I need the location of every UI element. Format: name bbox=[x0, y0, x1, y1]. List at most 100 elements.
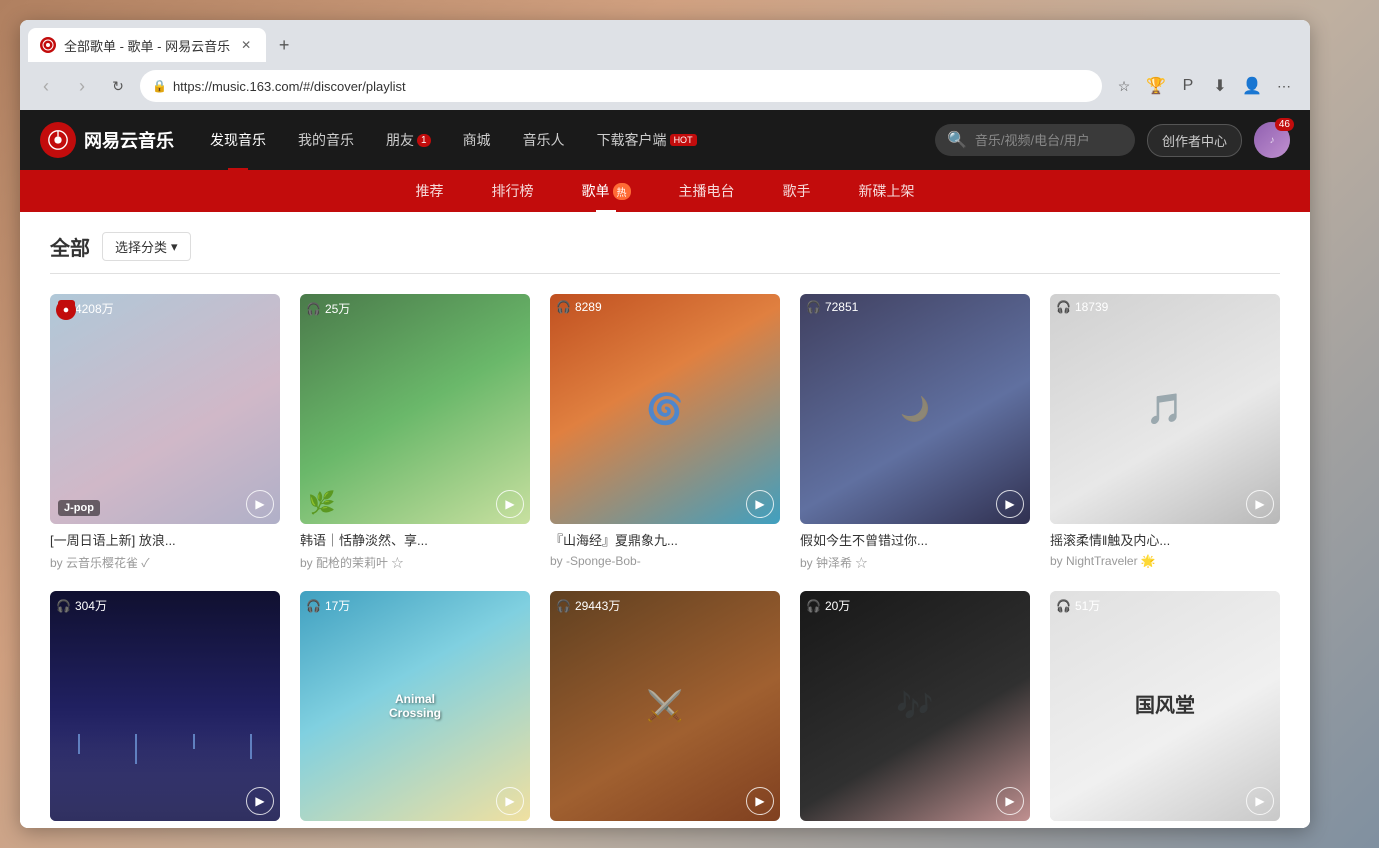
play-button[interactable]: ▶ bbox=[746, 787, 774, 815]
refresh-button[interactable]: ↻ bbox=[104, 72, 132, 100]
playlist-thumbnail: 🎶 🎧 20万 ▶ bbox=[800, 591, 1030, 821]
browser-tab[interactable]: 全部歌单 - 歌单 - 网易云音乐 ✕ bbox=[28, 28, 266, 62]
playlist-item[interactable]: 国风堂 🎧 51万 ▶ 「国风堂」合辑 by 国风堂音乐企划 bbox=[1050, 591, 1280, 828]
nav-item-download[interactable]: 下载客户端 HOT bbox=[581, 110, 713, 170]
sub-nav-recommend[interactable]: 推荐 bbox=[392, 170, 468, 212]
logo-text: 网易云音乐 bbox=[84, 127, 174, 153]
playlist-name: 摇滚柔情‖触及内心... bbox=[1050, 532, 1280, 550]
sub-nav-chart[interactable]: 排行榜 bbox=[468, 170, 558, 212]
tab-bar: 全部歌单 - 歌单 - 网易云音乐 ✕ + bbox=[20, 20, 1310, 62]
address-input[interactable]: 🔒 https://music.163.com/#/discover/playl… bbox=[140, 70, 1102, 102]
hot-icon bbox=[56, 300, 76, 320]
playlist-author: by NightTraveler 🌟 bbox=[1050, 554, 1280, 568]
app-container: 网易云音乐 发现音乐 我的音乐 朋友 1 商城 音乐人 bbox=[20, 110, 1310, 828]
playlist-name: [一周日语上新] 放浪... bbox=[50, 532, 280, 550]
sub-nav-radio[interactable]: 主播电台 bbox=[655, 170, 759, 212]
playlist-item[interactable]: 🌙 🎧 72851 ▶ 假如今生不曾错过你... by 钟泽希 ☆ bbox=[800, 294, 1030, 571]
play-button[interactable]: ▶ bbox=[1246, 490, 1274, 518]
user-account-button[interactable]: 👤 bbox=[1238, 72, 1266, 100]
playlist-author: by 云音乐樱花雀 ✓ bbox=[50, 554, 280, 571]
playlist-item[interactable]: 🌿 🎧 25万 ▶ 韩语｜恬静淡然、享... by 配枪的茉莉叶 ☆ bbox=[300, 294, 530, 571]
logo-icon bbox=[40, 122, 76, 158]
category-select-button[interactable]: 选择分类 ▾ bbox=[102, 232, 191, 261]
playlist-thumbnail: 🎵 🎧 18739 ▶ bbox=[1050, 294, 1280, 524]
play-button[interactable]: ▶ bbox=[996, 490, 1024, 518]
browser-window: 全部歌单 - 歌单 - 网易云音乐 ✕ + ‹ › ↻ 🔒 https://mu… bbox=[20, 20, 1310, 828]
download-button[interactable]: ⬇ bbox=[1206, 72, 1234, 100]
play-button[interactable]: ▶ bbox=[496, 787, 524, 815]
nav-item-shop[interactable]: 商城 bbox=[447, 110, 507, 170]
playlist-info: 摇滚柔情‖触及内心... by NightTraveler 🌟 bbox=[1050, 532, 1280, 568]
main-content: 全部 选择分类 ▾ ♪ J-pop 🎧 4208万 ▶ bbox=[20, 212, 1310, 828]
play-count: 🎧 17万 bbox=[300, 595, 356, 616]
download-hot-badge: HOT bbox=[670, 134, 697, 146]
app-header: 网易云音乐 发现音乐 我的音乐 朋友 1 商城 音乐人 bbox=[20, 110, 1310, 170]
playlist-info: 假如今生不曾错过你... by 钟泽希 ☆ bbox=[800, 532, 1030, 571]
nav-item-musician[interactable]: 音乐人 bbox=[507, 110, 581, 170]
playlist-item[interactable]: 🌀 🎧 8289 ▶ 『山海经』夏鼎象九... by -Sponge-Bob- bbox=[550, 294, 780, 571]
playlist-item[interactable]: 🎶 🎧 20万 ▶ 让你耳朵怀孕的「低... by dd只会喝嗯嗯 bbox=[800, 591, 1030, 828]
search-bar[interactable]: 🔍 bbox=[935, 124, 1135, 156]
play-count: 🎧 304万 bbox=[50, 595, 113, 616]
playlist-thumbnail: 国风堂 🎧 51万 ▶ bbox=[1050, 591, 1280, 821]
settings-button[interactable]: ⋯ bbox=[1270, 72, 1298, 100]
new-tab-button[interactable]: + bbox=[270, 31, 298, 59]
playlist-author: by -Sponge-Bob- bbox=[550, 554, 780, 568]
playlist-item[interactable]: ⚔️ 🎧 29443万 ▶ 今天从《封刀不为静... by 云音乐智能推荐 bbox=[550, 591, 780, 828]
headphone-icon: 🎧 bbox=[1056, 300, 1071, 314]
play-button[interactable]: ▶ bbox=[1246, 787, 1274, 815]
app-logo[interactable]: 网易云音乐 bbox=[40, 122, 174, 158]
play-count: 🎧 25万 bbox=[300, 298, 356, 319]
play-count: 🎧 51万 bbox=[1050, 595, 1106, 616]
playlist-item[interactable]: 🎵 🎧 18739 ▶ 摇滚柔情‖触及内心... by NightTravele… bbox=[1050, 294, 1280, 571]
playlist-thumbnail: 🎧 304万 ▶ bbox=[50, 591, 280, 821]
play-button[interactable]: ▶ bbox=[246, 787, 274, 815]
playlist-item[interactable]: 🎧 304万 ▶ 写作业必备歌单🎵... by 姜老醉的地坨 bbox=[50, 591, 280, 828]
sub-nav-newalbum[interactable]: 新碟上架 bbox=[835, 170, 939, 212]
headphone-icon: 🎧 bbox=[306, 599, 321, 613]
user-avatar[interactable]: ♪ 46 bbox=[1254, 122, 1290, 158]
playlist-item[interactable]: AnimalCrossing 🎧 17万 ▶ 动物森友会 Animal ... … bbox=[300, 591, 530, 828]
playlist-item[interactable]: ♪ J-pop 🎧 4208万 ▶ [一周日语上新] 放浪... by 云音乐樱… bbox=[50, 294, 280, 571]
play-button[interactable]: ▶ bbox=[246, 490, 274, 518]
playlist-name: 韩语｜恬静淡然、享... bbox=[300, 532, 530, 550]
play-button[interactable]: ▶ bbox=[496, 490, 524, 518]
notification-badge: 46 bbox=[1275, 118, 1294, 131]
sub-nav-artist[interactable]: 歌手 bbox=[759, 170, 835, 212]
playlist-info: 『山海经』夏鼎象九... by -Sponge-Bob- bbox=[550, 532, 780, 568]
main-nav: 发现音乐 我的音乐 朋友 1 商城 音乐人 下载客户端 HOT bbox=[194, 110, 713, 170]
nav-item-discover[interactable]: 发现音乐 bbox=[194, 110, 282, 170]
url-text: https://music.163.com/#/discover/playlis… bbox=[173, 79, 406, 94]
headphone-icon: 🎧 bbox=[306, 302, 321, 316]
nav-item-friends[interactable]: 朋友 1 bbox=[370, 110, 447, 170]
playlist-name: 假如今生不曾错过你... bbox=[800, 532, 1030, 550]
bookmark-button[interactable]: ☆ bbox=[1110, 72, 1138, 100]
sub-nav: 推荐 排行榜 歌单 热 主播电台 歌手 新碟上架 bbox=[20, 170, 1310, 212]
playlist-author: by 钟泽希 ☆ bbox=[800, 554, 1030, 571]
playlist-thumbnail: 🌀 🎧 8289 ▶ bbox=[550, 294, 780, 524]
sub-nav-playlist[interactable]: 歌单 热 bbox=[558, 170, 655, 212]
play-count: 🎧 29443万 bbox=[550, 595, 626, 616]
playlist-thumbnail: ⚔️ 🎧 29443万 ▶ bbox=[550, 591, 780, 821]
play-button[interactable]: ▶ bbox=[746, 490, 774, 518]
profile-button[interactable]: P bbox=[1174, 72, 1202, 100]
tab-title: 全部歌单 - 歌单 - 网易云音乐 bbox=[64, 36, 230, 55]
playlist-grid: ♪ J-pop 🎧 4208万 ▶ [一周日语上新] 放浪... by 云音乐樱… bbox=[50, 294, 1280, 828]
play-button[interactable]: ▶ bbox=[996, 787, 1024, 815]
nav-item-mymusic[interactable]: 我的音乐 bbox=[282, 110, 370, 170]
address-bar: ‹ › ↻ 🔒 https://music.163.com/#/discover… bbox=[20, 62, 1310, 110]
extensions-button[interactable]: 🏆 bbox=[1142, 72, 1170, 100]
play-count: 🎧 8289 bbox=[550, 298, 608, 316]
creator-center-button[interactable]: 创作者中心 bbox=[1147, 124, 1242, 157]
back-button[interactable]: ‹ bbox=[32, 72, 60, 100]
search-input[interactable] bbox=[975, 133, 1123, 148]
playlist-info: [一周日语上新] 放浪... by 云音乐樱花雀 ✓ bbox=[50, 532, 280, 571]
playlist-thumbnail: 🌿 🎧 25万 ▶ bbox=[300, 294, 530, 524]
play-count: 🎧 18739 bbox=[1050, 298, 1114, 316]
content-title: 全部 bbox=[50, 232, 90, 261]
lock-icon: 🔒 bbox=[152, 79, 167, 93]
tab-close-button[interactable]: ✕ bbox=[238, 37, 254, 53]
content-header: 全部 选择分类 ▾ bbox=[50, 232, 1280, 274]
browser-actions: ☆ 🏆 P ⬇ 👤 ⋯ bbox=[1110, 72, 1298, 100]
forward-button[interactable]: › bbox=[68, 72, 96, 100]
